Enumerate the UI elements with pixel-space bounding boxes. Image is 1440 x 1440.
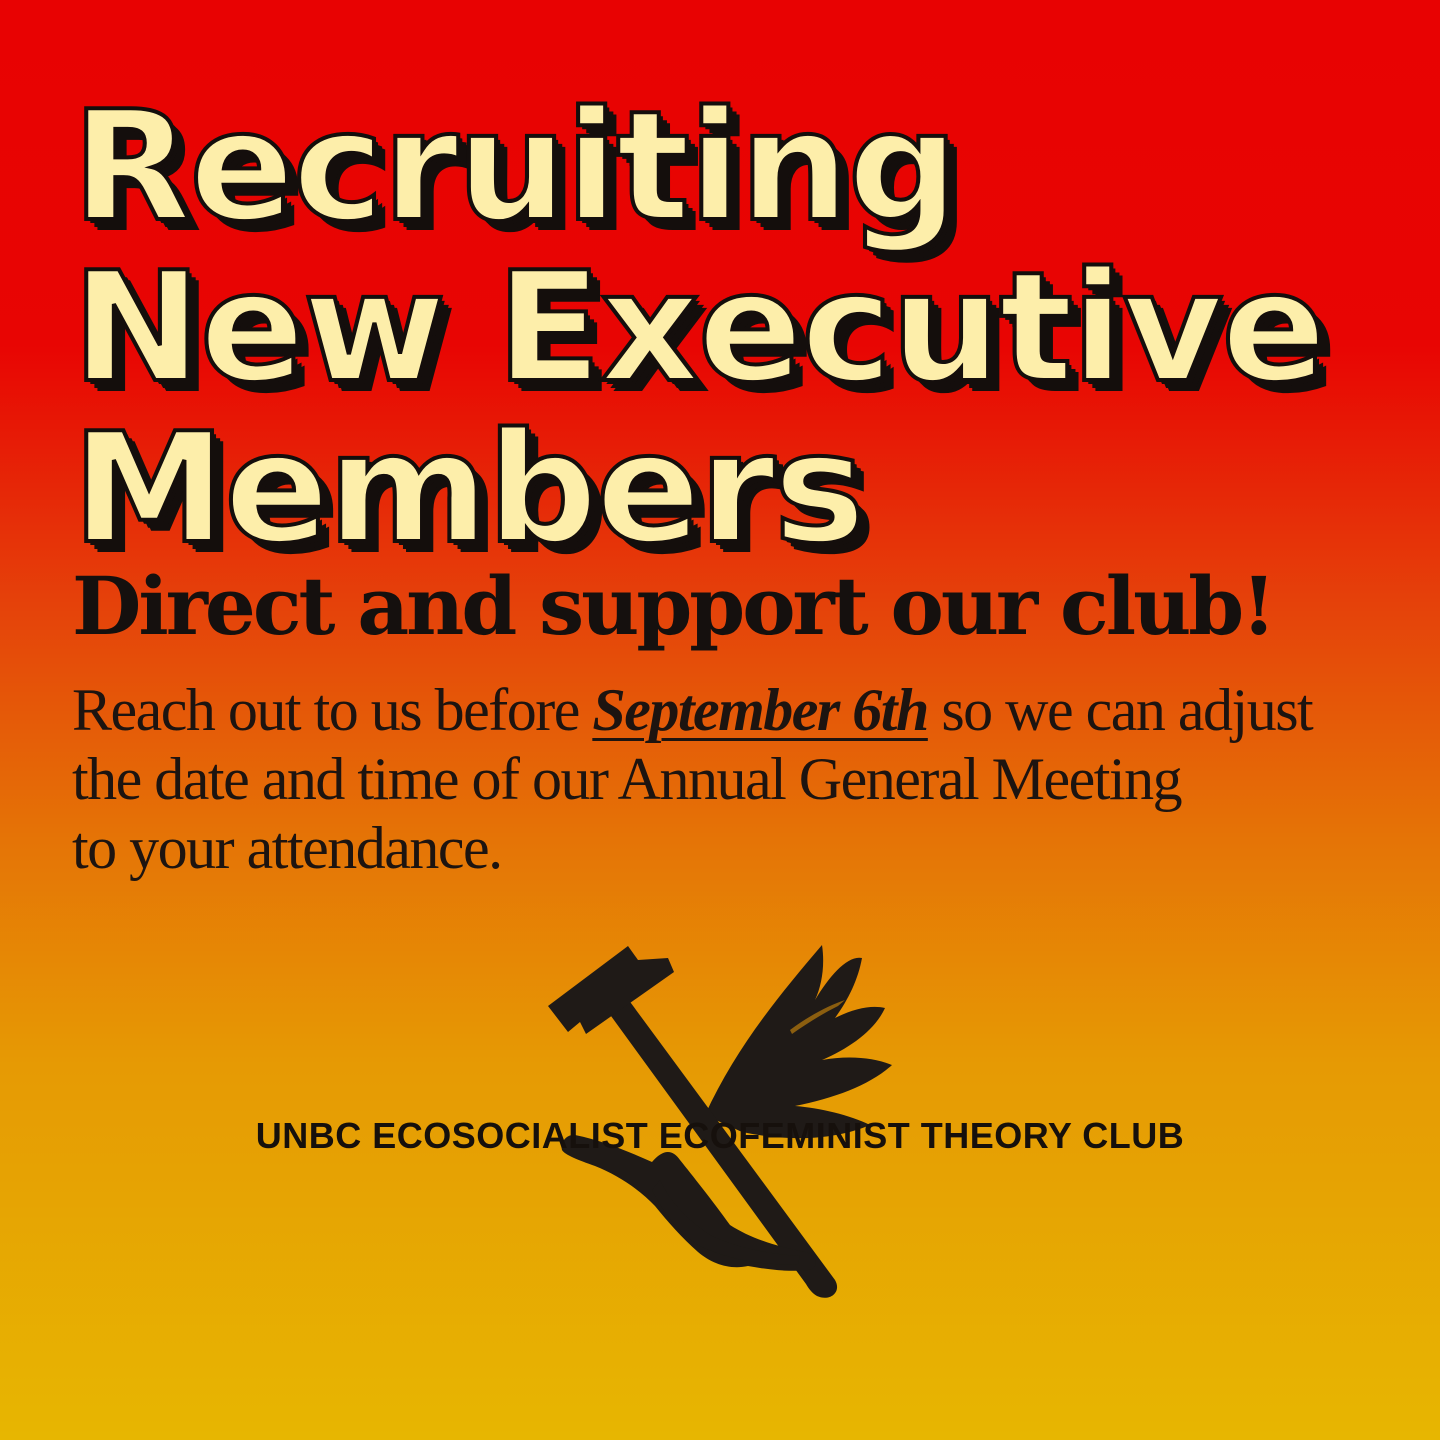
- wing-shape: [705, 945, 892, 1139]
- headline-line-1: Recruiting: [70, 78, 961, 255]
- body-line-1: Reach out to us before September 6th so …: [72, 676, 1392, 745]
- deadline-date: September 6th: [592, 677, 929, 743]
- body-line-2: the date and time of our Annual General …: [72, 746, 1183, 812]
- club-name: UNBC ECOSOCIALIST ECOFEMINIST THEORY CLU…: [255, 1115, 1185, 1156]
- poster: Recruiting New Executive Members Direct …: [0, 0, 1440, 1440]
- body-text: Reach out to us before September 6th so …: [72, 676, 1392, 883]
- headline-line-2: New Executive: [70, 239, 1329, 416]
- headline: Recruiting New Executive Members: [70, 78, 1418, 577]
- subheadline: Direct and support our club!: [72, 559, 1276, 653]
- headline-line-3: Members: [70, 400, 868, 577]
- body-line-3: to your attendance.: [72, 815, 503, 881]
- body-before-date: Reach out to us before: [72, 677, 593, 743]
- hammer-head: [548, 946, 674, 1034]
- body-after-date: so we can adjust: [927, 677, 1313, 743]
